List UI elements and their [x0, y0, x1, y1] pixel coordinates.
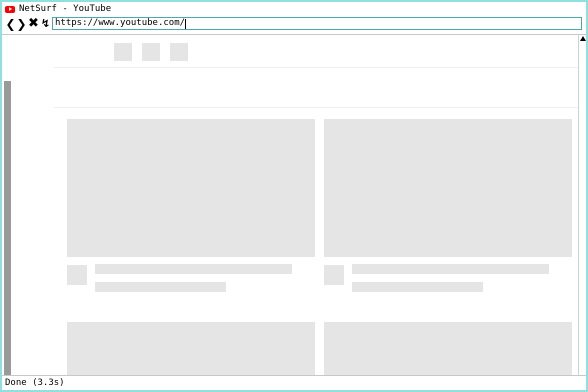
url-text: https://www.youtube.com/: [55, 18, 186, 28]
video-thumbnail-placeholder: [67, 322, 315, 375]
header-divider: [54, 107, 578, 108]
url-input[interactable]: https://www.youtube.com/: [52, 17, 582, 30]
video-title-placeholder: [95, 264, 292, 274]
video-meta-placeholder: [95, 282, 226, 292]
chip-placeholder: [142, 43, 160, 61]
status-bar: Done (3.3s): [2, 375, 586, 390]
title-bar: NetSurf - YouTube: [2, 2, 586, 16]
page-viewport[interactable]: [2, 35, 578, 375]
stop-icon[interactable]: ✖: [28, 17, 39, 31]
browser-window: NetSurf - YouTube ❮ ❯ ✖ ↯ https://www.yo…: [0, 0, 588, 392]
reload-icon[interactable]: ↯: [40, 17, 51, 31]
youtube-icon: [5, 5, 15, 13]
channel-avatar-placeholder: [324, 265, 344, 285]
video-title-placeholder: [352, 264, 549, 274]
forward-icon[interactable]: ❯: [16, 17, 27, 31]
window-title: NetSurf - YouTube: [19, 4, 112, 14]
channel-avatar-placeholder: [67, 265, 87, 285]
video-meta-placeholder: [352, 282, 483, 292]
scroll-up-icon[interactable]: [580, 36, 586, 41]
back-icon[interactable]: ❮: [5, 17, 16, 31]
toolbar: ❮ ❯ ✖ ↯ https://www.youtube.com/: [2, 16, 586, 35]
video-thumbnail-placeholder: [67, 119, 315, 257]
video-thumbnail-placeholder: [324, 119, 572, 257]
video-thumbnail-placeholder: [324, 322, 572, 375]
chip-placeholder: [114, 43, 132, 61]
sidebar-placeholder: [4, 81, 11, 375]
vertical-scrollbar[interactable]: [578, 35, 586, 375]
chip-placeholder: [170, 43, 188, 61]
header-divider: [54, 67, 578, 68]
text-caret: [185, 19, 187, 29]
